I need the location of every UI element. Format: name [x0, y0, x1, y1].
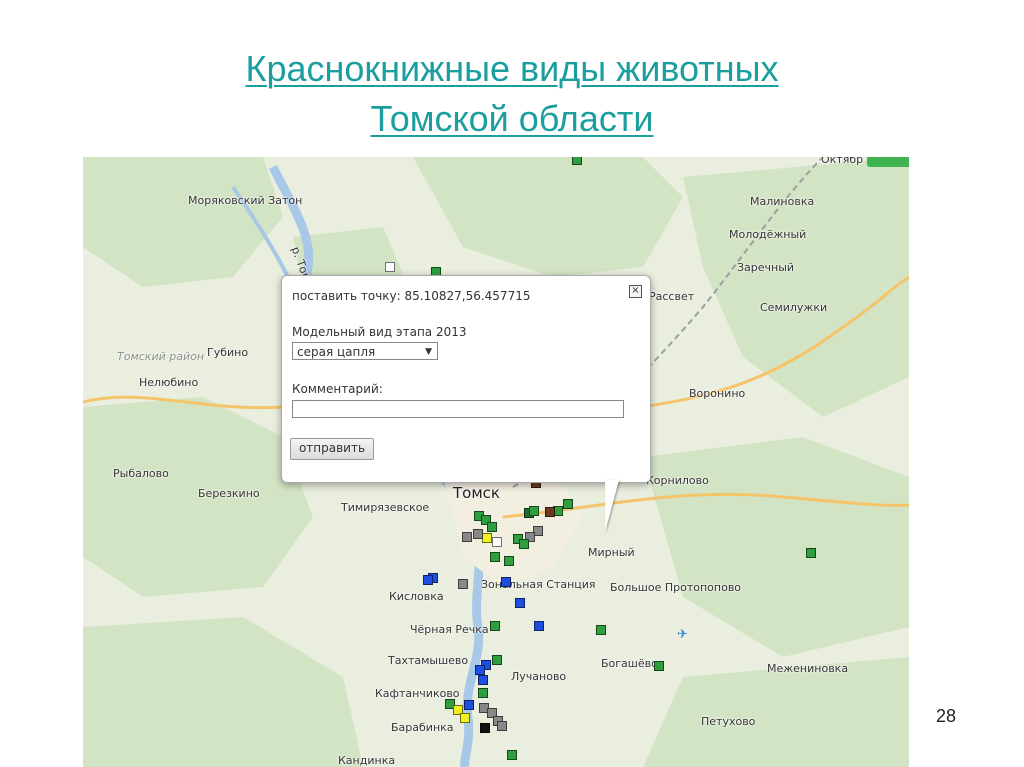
marker-green[interactable]: [504, 556, 514, 566]
marker-gray[interactable]: [497, 721, 507, 731]
place-barabinka: Барабинка: [391, 721, 454, 734]
place-moryakovsky-zaton: Моряковский Затон: [188, 194, 303, 207]
marker-green[interactable]: [507, 750, 517, 760]
place-tomsky-rayon: Томский район: [117, 350, 205, 363]
place-bolshoe-protopopovo: Большое Протопопово: [610, 581, 742, 594]
marker-blue[interactable]: [515, 598, 525, 608]
place-kornilovo: Корнилово: [646, 474, 709, 487]
marker-gray[interactable]: [458, 579, 468, 589]
marker-gray[interactable]: [473, 529, 483, 539]
marker-green[interactable]: [529, 506, 539, 516]
slide-title-line1: Краснокнижные виды животных: [245, 48, 779, 89]
place-mirny: Мирный: [588, 546, 635, 559]
comment-label: Комментарий:: [292, 382, 383, 396]
page-number: 28: [936, 706, 957, 726]
species-select[interactable]: серая цапля ▼: [292, 342, 438, 360]
marker-blue[interactable]: [475, 665, 485, 675]
marker-green[interactable]: [478, 688, 488, 698]
species-label: Модельный вид этапа 2013: [292, 325, 467, 339]
place-oktyabrsky: Октябр: [821, 157, 864, 166]
place-zarechny: Заречный: [737, 261, 795, 274]
place-mezheninovka: Межениновка: [767, 662, 849, 675]
place-petukhovo: Петухово: [701, 715, 756, 728]
place-nelyubino: Нелюбино: [139, 376, 199, 389]
marker-white[interactable]: [492, 537, 502, 547]
marker-green[interactable]: [572, 157, 582, 165]
marker-yellow[interactable]: [482, 533, 492, 543]
marker-blue[interactable]: [423, 575, 433, 585]
place-chernaya-rechka: Чёрная Речка: [410, 623, 489, 636]
comment-input[interactable]: [292, 400, 624, 418]
marker-black[interactable]: [480, 723, 490, 733]
place-rybalovo: Рыбалово: [113, 467, 169, 480]
popup-tail: [605, 480, 619, 532]
add-point-popup: поставить точку: 85.10827,56.457715 × Мо…: [281, 275, 651, 483]
marker-green[interactable]: [490, 621, 500, 631]
place-semiluzhki: Семилужки: [760, 301, 828, 314]
close-icon[interactable]: ×: [629, 285, 642, 298]
marker-green[interactable]: [490, 552, 500, 562]
place-rassvet: Рассвет: [649, 290, 695, 303]
submit-button[interactable]: отправить: [290, 438, 374, 460]
slide-title-line2: Томской области: [370, 98, 654, 139]
marker-brown[interactable]: [545, 507, 555, 517]
map-view[interactable]: Моряковский Затон р. Томь Малиновка Моло…: [83, 157, 909, 767]
place-kislovka: Кисловка: [389, 590, 444, 603]
place-luchanovo: Лучаново: [511, 670, 567, 683]
marker-green[interactable]: [487, 522, 497, 532]
marker-blue[interactable]: [501, 577, 511, 587]
marker-gray[interactable]: [462, 532, 472, 542]
marker-yellow[interactable]: [460, 713, 470, 723]
marker-blue[interactable]: [534, 621, 544, 631]
marker-green[interactable]: [563, 499, 573, 509]
airplane-icon: ✈: [677, 627, 688, 642]
place-bogashevo: Богашёво: [601, 657, 658, 670]
place-berezkino: Березкино: [198, 487, 260, 500]
place-molodezhny: Молодёжный: [729, 228, 807, 241]
popup-coordinates: поставить точку: 85.10827,56.457715: [292, 289, 531, 303]
marker-white[interactable]: [385, 262, 395, 272]
marker-brown[interactable]: [806, 548, 816, 558]
marker-green[interactable]: [492, 655, 502, 665]
place-zonalnaya: Зональная Станция: [481, 578, 596, 591]
place-kandinka: Кандинка: [338, 754, 396, 767]
marker-green[interactable]: [519, 539, 529, 549]
marker-blue[interactable]: [464, 700, 474, 710]
marker-green[interactable]: [654, 661, 664, 671]
place-takhtamyshevo: Тахтамышево: [388, 654, 469, 667]
place-malinovka: Малиновка: [750, 195, 815, 208]
map-control-button[interactable]: [867, 157, 909, 167]
place-gubino: Губино: [207, 346, 249, 359]
marker-blue[interactable]: [478, 675, 488, 685]
marker-green[interactable]: [596, 625, 606, 635]
place-voronino: Воронино: [689, 387, 746, 400]
place-timiryazevskoe: Тимирязевское: [341, 501, 430, 514]
species-select-value: серая цапля: [297, 345, 376, 359]
chevron-down-icon: ▼: [425, 347, 432, 357]
place-tomsk: Томск: [453, 484, 500, 502]
slide-title: Краснокнижные виды животных Томской обла…: [0, 44, 1024, 144]
